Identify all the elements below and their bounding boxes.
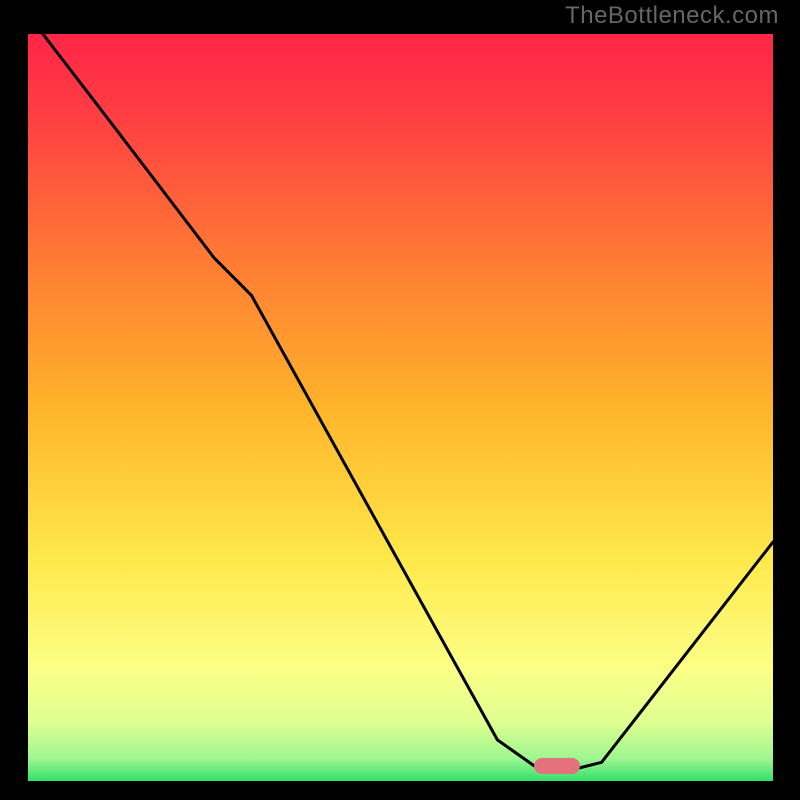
plot-area [28, 34, 773, 781]
optimal-marker [534, 758, 580, 774]
bottleneck-curve [28, 34, 773, 781]
watermark-text: TheBottleneck.com [565, 2, 779, 30]
